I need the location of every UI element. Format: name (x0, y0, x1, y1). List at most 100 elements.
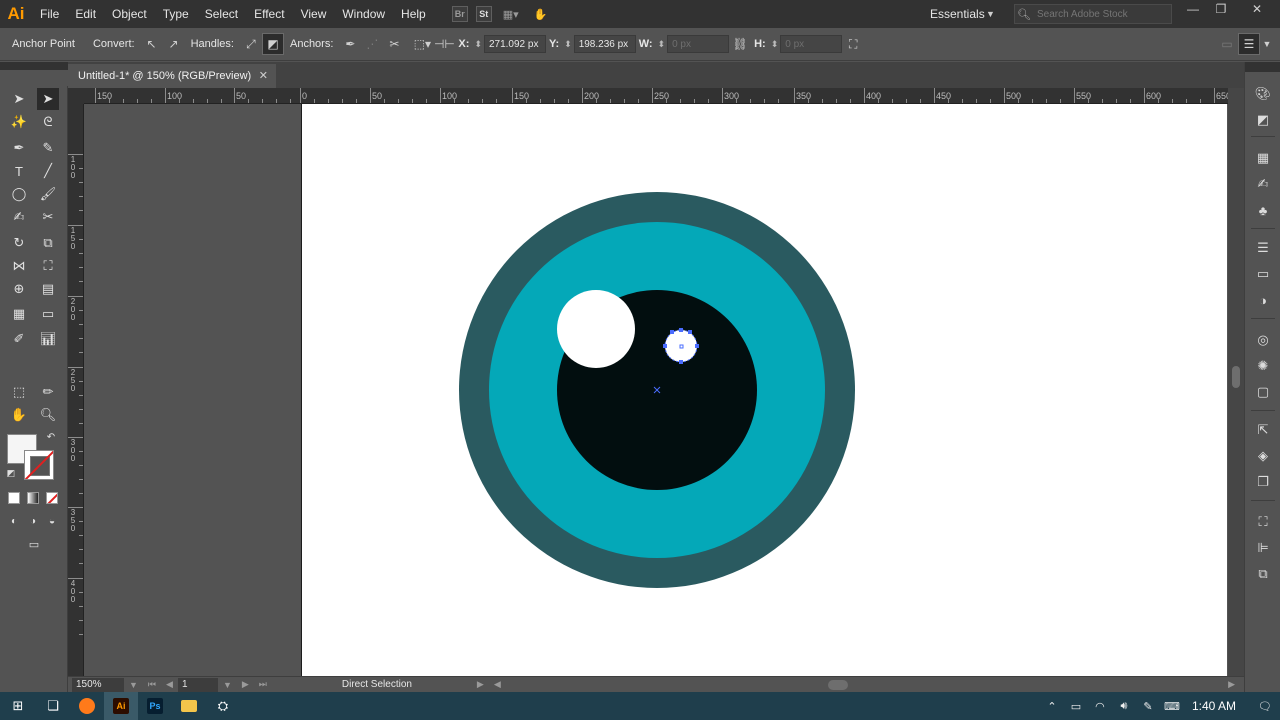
gpu-performance-icon[interactable]: ✋ (530, 5, 552, 23)
first-artboard-icon[interactable]: ⏮ (148, 679, 156, 690)
lasso-icon[interactable]: ᘓ (37, 111, 59, 133)
menu-help[interactable]: Help (393, 0, 434, 28)
windows-start-icon[interactable]: ⊞ (0, 692, 36, 720)
width-tool-icon[interactable]: ⋈ (8, 255, 30, 277)
selection-tool-icon[interactable]: ➤ (8, 88, 30, 110)
none-mode-icon[interactable] (46, 492, 58, 504)
remove-anchor-icon[interactable]: ✒ (339, 33, 361, 55)
isolate-icon[interactable]: ⬚▾ (411, 33, 433, 55)
eye-highlight-small-selected[interactable] (664, 329, 698, 363)
x-field[interactable] (483, 35, 546, 53)
firefox-icon[interactable] (70, 692, 104, 720)
hand-tool-icon[interactable]: ✋ (8, 404, 30, 426)
link-proportions-icon[interactable]: ⛓ (729, 33, 751, 55)
menu-file[interactable]: File (32, 0, 67, 28)
stock-search[interactable]: 🔍︎ (1014, 4, 1172, 24)
show-handles-icon[interactable]: ⤢ (240, 33, 262, 55)
align-icon[interactable]: ⊣⊢ (433, 33, 455, 55)
stroke-panel-icon[interactable]: ☰ (1253, 238, 1273, 258)
transform-panel-icon[interactable]: ⛶ (1253, 512, 1273, 532)
action-center-icon[interactable]: 🗨︎ (1250, 700, 1280, 713)
battery-icon[interactable]: ▭ (1064, 700, 1088, 713)
horizontal-scroll-thumb[interactable] (828, 680, 848, 690)
direct-selection-tool-icon[interactable]: ➤ (37, 88, 59, 110)
symbols-icon[interactable]: ♣ (1253, 200, 1273, 220)
anchor-point[interactable] (688, 330, 692, 334)
transform-icon[interactable]: ⛶ (842, 33, 864, 55)
anchor-point[interactable] (695, 344, 699, 348)
vertical-scroll-thumb[interactable] (1232, 366, 1240, 388)
illustrator-taskbar-icon[interactable]: Ai (104, 692, 138, 720)
pasteboard[interactable] (84, 104, 1228, 676)
menu-window[interactable]: Window (334, 0, 393, 28)
libraries-icon[interactable]: ▢ (1253, 382, 1273, 402)
y-field[interactable] (573, 35, 636, 53)
horizontal-ruler[interactable]: 150 100 50 0 50 100 150 200 250 300 350 400 450 500 55… (84, 88, 1228, 104)
scissors-icon[interactable]: ✂ (37, 206, 59, 228)
anchor-point[interactable] (663, 344, 667, 348)
restore-icon[interactable]: ❐ (1204, 0, 1238, 20)
layers-panel-icon[interactable]: ◈ (1253, 446, 1273, 466)
draw-normal-icon[interactable]: ◐ (4, 513, 24, 529)
menu-view[interactable]: View (293, 0, 335, 28)
workspace-switcher[interactable]: Essentials (930, 0, 985, 28)
color-guide-icon[interactable]: ◩ (1253, 110, 1273, 130)
zoom-level-field[interactable]: 150% (72, 677, 124, 692)
zoom-tool-icon[interactable]: 🔍︎ (37, 404, 59, 426)
y-stepper-icon[interactable]: ⬍ (564, 39, 572, 50)
toolbar-collapse-bar[interactable] (0, 62, 68, 70)
cut-path-icon[interactable]: ✂ (383, 33, 405, 55)
gradient-panel-icon[interactable]: ▭ (1253, 264, 1273, 284)
appearance-panel-icon[interactable]: ◎ (1253, 330, 1273, 350)
anchor-point[interactable] (670, 330, 674, 334)
wifi-icon[interactable]: ◠ (1088, 700, 1112, 713)
shape-builder-icon[interactable]: ⊕ (8, 278, 30, 300)
artboards-panel-icon[interactable]: ❐ (1253, 472, 1273, 492)
gradient-mode-icon[interactable] (27, 492, 39, 504)
type-tool-icon[interactable]: T (8, 160, 30, 182)
file-explorer-icon[interactable] (172, 692, 206, 720)
artboard-tool-icon[interactable]: ⬚ (8, 381, 30, 403)
stroke-color-swatch[interactable] (24, 450, 54, 480)
menu-edit[interactable]: Edit (67, 0, 104, 28)
artboard[interactable] (301, 104, 1227, 676)
draw-inside-icon[interactable]: ◒ (42, 513, 62, 529)
document-tab[interactable]: Untitled-1* @ 150% (RGB/Preview) ✕ (68, 64, 276, 88)
w-stepper-icon[interactable]: ⬍ (658, 39, 666, 50)
swap-colors-icon[interactable]: ↶ (44, 430, 58, 444)
bridge-button[interactable]: Br (451, 6, 468, 22)
paintbrush-icon[interactable]: 🖌︎ (37, 183, 59, 205)
chevron-down-icon[interactable]: ▼ (986, 0, 995, 28)
chevron-down-icon[interactable]: ▼ (1260, 33, 1274, 55)
ellipse-tool-icon[interactable]: ◯ (8, 183, 30, 205)
swatches-icon[interactable]: ▦ (1253, 148, 1273, 168)
transparency-panel-icon[interactable]: ◑ (1253, 290, 1273, 310)
arrange-icon[interactable]: ▭ (1216, 33, 1238, 55)
graph-tool-icon[interactable]: 📊︎ (37, 328, 59, 350)
menu-effect[interactable]: Effect (246, 0, 292, 28)
eraser-tool-icon[interactable]: ✏ (37, 381, 59, 403)
close-window-icon[interactable]: ✕ (1240, 0, 1274, 20)
mesh-tool-icon[interactable]: ▦ (8, 303, 30, 325)
stock-button[interactable]: St (475, 6, 492, 22)
scroll-left-icon[interactable]: ◀ (494, 679, 501, 690)
status-menu-icon[interactable]: ▶ (477, 679, 484, 690)
vertical-scrollbar[interactable] (1228, 88, 1244, 676)
pathfinder-panel-icon[interactable]: ⧉ (1253, 564, 1273, 584)
show-hidden-icons-icon[interactable]: ⌃ (1040, 700, 1064, 713)
photoshop-taskbar-icon[interactable]: Ps (138, 692, 172, 720)
convert-smooth-icon[interactable]: ↗ (163, 33, 185, 55)
w-field[interactable] (667, 35, 730, 53)
anchor-point[interactable] (679, 360, 683, 364)
draw-behind-icon[interactable]: ◑ (23, 513, 43, 529)
h-stepper-icon[interactable]: ⬍ (771, 39, 779, 50)
free-transform-icon[interactable]: ⛶ (37, 255, 59, 277)
artboard-number-field[interactable]: 1 (177, 677, 218, 692)
task-view-icon[interactable]: ❏ (36, 692, 70, 720)
anchor-point[interactable] (679, 328, 683, 332)
screen-mode-icon[interactable]: ▭ (22, 536, 46, 552)
hide-handles-icon[interactable]: ◩ (261, 33, 284, 55)
fill-color-mode-icon[interactable] (8, 492, 20, 504)
network-tool-icon[interactable]: ⛭ (206, 692, 240, 720)
menu-type[interactable]: Type (155, 0, 197, 28)
